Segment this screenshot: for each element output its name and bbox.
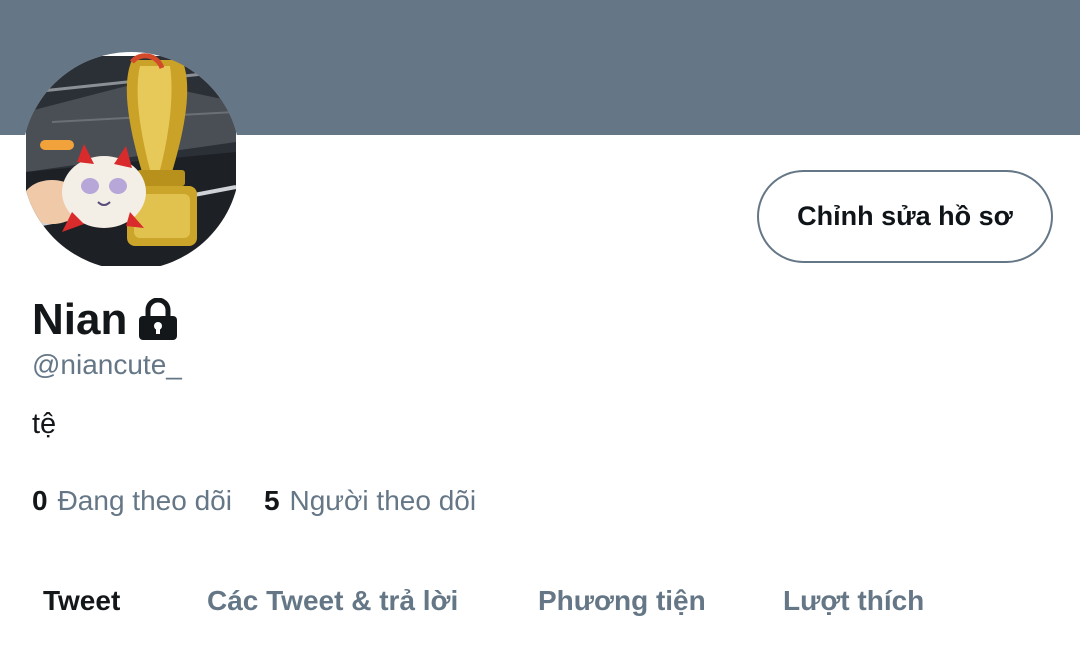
followers-label: Người theo dõi (289, 485, 477, 516)
profile-handle: @niancute_ (32, 349, 182, 380)
avatar-image (22, 53, 237, 266)
following-count: 0 (32, 485, 48, 516)
followers-count: 5 (263, 485, 280, 516)
display-name: Nian (32, 295, 128, 344)
following-label: Đang theo dõi (57, 485, 232, 516)
edit-profile-button[interactable]: Chỉnh sửa hồ sơ (757, 170, 1053, 263)
tab-tweets-and-replies[interactable]: Các Tweet & trả lời (207, 578, 458, 624)
tab-tweets[interactable]: Tweet (43, 578, 120, 624)
following-stat[interactable]: 0 Đang theo dõi (32, 482, 232, 520)
profile-tabs: Tweet Các Tweet & trả lời Phương tiện Lư… (0, 578, 1080, 628)
profile-avatar[interactable] (22, 52, 240, 270)
profile-name-row: Nian (32, 293, 179, 347)
lock-icon (137, 297, 179, 342)
profile-bio: tệ (32, 408, 57, 440)
followers-stat[interactable]: 5 Người theo dõi (264, 482, 476, 520)
tab-media[interactable]: Phương tiện (538, 578, 706, 624)
profile-stats: 0 Đang theo dõi 5 Người theo dõi (32, 482, 476, 520)
tab-likes[interactable]: Lượt thích (783, 578, 924, 624)
